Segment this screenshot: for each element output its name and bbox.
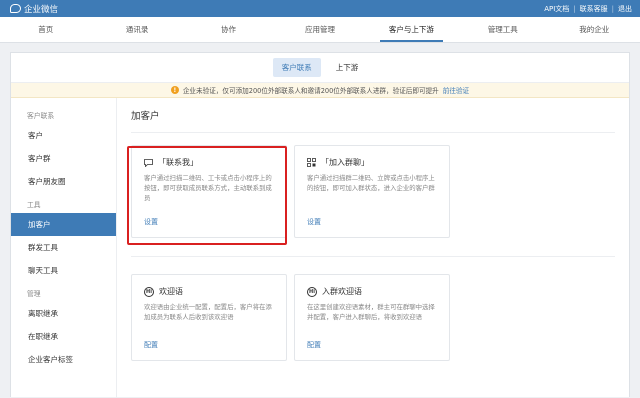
sidebar-item-customer-tags[interactable]: 企业客户标签 bbox=[11, 348, 116, 371]
hi-icon: Hi bbox=[307, 286, 317, 297]
main-content: 加客户 「联系我」 客户通过扫描二维码、工卡或点击小程序上的按钮，即可获取成员联… bbox=[117, 98, 629, 398]
sidebar-item-add-customer[interactable]: 加客户 bbox=[11, 213, 116, 236]
logout-link[interactable]: 退出 bbox=[618, 4, 632, 14]
sidebar-item-customer-groups[interactable]: 客户群 bbox=[11, 147, 116, 170]
configure-link[interactable]: 配置 bbox=[307, 340, 321, 350]
chat-bubble-icon bbox=[144, 158, 153, 167]
nav-management-tools[interactable]: 管理工具 bbox=[457, 17, 548, 42]
contact-support-link[interactable]: 联系客服 bbox=[580, 4, 608, 14]
page-title: 加客户 bbox=[131, 111, 160, 122]
top-bar: 企业微信 API文档 | 联系客服 | 退出 bbox=[0, 0, 640, 17]
card-description: 客户通过扫描二维码、工卡或点击小程序上的按钮，即可获取成员联系方式，主动联系到成… bbox=[144, 174, 272, 202]
app-name: 企业微信 bbox=[24, 4, 59, 15]
card-title: 「加入群聊」 bbox=[321, 158, 369, 167]
card-title: 入群欢迎语 bbox=[322, 287, 362, 296]
sidebar-item-customers[interactable]: 客户 bbox=[11, 124, 116, 147]
sub-tabs: 客户联系 上下游 bbox=[11, 53, 629, 83]
nav-customers[interactable]: 客户与上下游 bbox=[366, 17, 457, 42]
qrcode-icon bbox=[307, 158, 316, 167]
sidebar-section-management: 管理 bbox=[27, 290, 41, 298]
sidebar-section-customer-contact: 客户联系 bbox=[27, 112, 55, 120]
main-nav: 首页 通讯录 协作 应用管理 客户与上下游 管理工具 我的企业 bbox=[0, 17, 640, 43]
verify-link[interactable]: 前往验证 bbox=[443, 85, 469, 95]
separator: | bbox=[611, 4, 614, 13]
sidebar-item-chat-tools[interactable]: 聊天工具 bbox=[11, 259, 116, 282]
card-title: 欢迎语 bbox=[159, 287, 183, 296]
tab-customer-contact[interactable]: 客户联系 bbox=[272, 58, 321, 77]
card-title: 「联系我」 bbox=[158, 158, 198, 167]
sidebar-item-mass-send[interactable]: 群发工具 bbox=[11, 236, 116, 259]
hi-icon: Hi bbox=[144, 286, 154, 297]
nav-home[interactable]: 首页 bbox=[0, 17, 91, 42]
section-divider bbox=[131, 256, 615, 257]
sidebar-item-moments[interactable]: 客户朋友圈 bbox=[11, 170, 116, 193]
card-group-welcome-message[interactable]: Hi 入群欢迎语 在这里创建欢迎语素材，群主可在群聊中选择并配置，客户进入群聊后… bbox=[294, 274, 450, 361]
sidebar-section-tools: 工具 bbox=[27, 201, 41, 209]
nav-my-enterprise[interactable]: 我的企业 bbox=[549, 17, 640, 42]
card-welcome-message[interactable]: Hi 欢迎语 欢迎语由企业统一配置，配置后，客户将在添加成员为联系人后收到该欢迎… bbox=[131, 274, 287, 361]
sidebar-item-active-inheritance[interactable]: 在职继承 bbox=[11, 325, 116, 348]
tab-upstream-downstream[interactable]: 上下游 bbox=[327, 58, 368, 77]
settings-link[interactable]: 设置 bbox=[144, 217, 158, 227]
sidebar: 客户联系 客户 客户群 客户朋友圈 工具 加客户 群发工具 聊天工具 管理 离职… bbox=[11, 98, 117, 398]
api-docs-link[interactable]: API文档 bbox=[544, 4, 569, 14]
warning-icon: ! bbox=[170, 86, 179, 94]
nav-collaboration[interactable]: 协作 bbox=[183, 17, 274, 42]
page-body: 客户联系 客户 客户群 客户朋友圈 工具 加客户 群发工具 聊天工具 管理 离职… bbox=[11, 98, 629, 398]
top-links: API文档 | 联系客服 | 退出 bbox=[544, 4, 632, 14]
separator: | bbox=[573, 4, 576, 13]
title-divider bbox=[131, 132, 615, 133]
configure-link[interactable]: 配置 bbox=[144, 340, 158, 350]
nav-app-management[interactable]: 应用管理 bbox=[274, 17, 365, 42]
notice-text: 企业未验证，仅可添加200位外部联系人和邀请200位外部联系人进群，验证后即可提… bbox=[182, 87, 439, 95]
card-description: 在这里创建欢迎语素材，群主可在群聊中选择并配置，客户进入群聊后，将收到欢迎语 bbox=[307, 303, 435, 321]
app-logo[interactable]: 企业微信 bbox=[10, 3, 58, 15]
card-description: 欢迎语由企业统一配置，配置后，客户将在添加成员为联系人后收到该欢迎语 bbox=[144, 303, 272, 321]
nav-contacts[interactable]: 通讯录 bbox=[91, 17, 182, 42]
card-join-group[interactable]: 「加入群聊」 客户通过扫描群二维码、立牌或点击小程序上的按钮，即可加入群状态，进… bbox=[294, 145, 450, 238]
sidebar-item-resigned-inheritance[interactable]: 离职继承 bbox=[11, 302, 116, 325]
card-description: 客户通过扫描群二维码、立牌或点击小程序上的按钮，即可加入群状态，进入企业的客户群 bbox=[307, 174, 435, 192]
card-contact-me[interactable]: 「联系我」 客户通过扫描二维码、工卡或点击小程序上的按钮，即可获取成员联系方式，… bbox=[131, 145, 287, 238]
settings-link[interactable]: 设置 bbox=[307, 217, 321, 227]
wecom-logo-icon bbox=[10, 4, 21, 13]
verification-notice: ! 企业未验证，仅可添加200位外部联系人和邀请200位外部联系人进群，验证后即… bbox=[11, 83, 629, 98]
content-panel: 客户联系 上下游 ! 企业未验证，仅可添加200位外部联系人和邀请200位外部联… bbox=[10, 52, 630, 398]
